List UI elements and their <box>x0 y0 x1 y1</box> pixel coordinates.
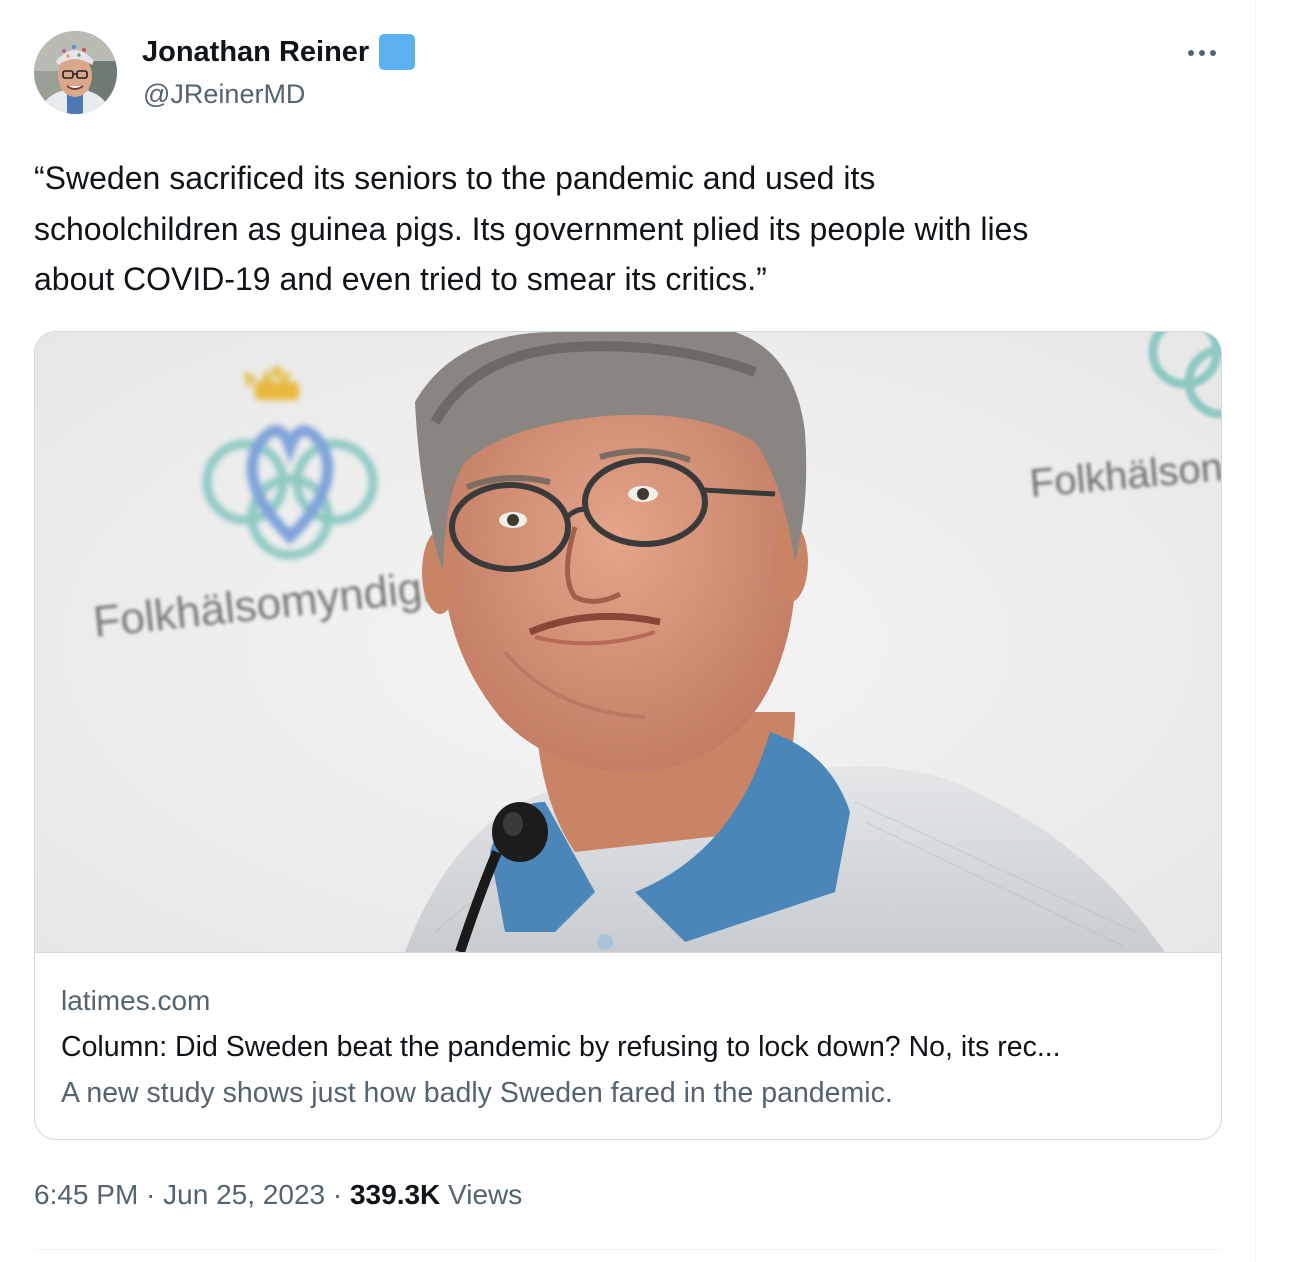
author-avatar[interactable] <box>34 31 117 114</box>
divider <box>34 1249 1222 1250</box>
verified-badge-icon[interactable] <box>379 34 416 70</box>
meta-separator: · <box>138 1179 164 1210</box>
author-handle[interactable]: @JReinerMD <box>143 76 305 112</box>
meta-separator: · <box>325 1179 350 1210</box>
tweet-meta: 6:45 PM · Jun 25, 2023 · 339.3K Views <box>34 1176 522 1214</box>
views-label: Views <box>440 1179 523 1210</box>
card-description[interactable]: A new study shows just how badly Sweden … <box>61 1075 893 1111</box>
author-name[interactable]: Jonathan Reiner <box>142 32 369 72</box>
tweet-time[interactable]: 6:45 PM <box>34 1179 138 1210</box>
column-divider <box>1255 0 1256 1262</box>
more-dots-icon[interactable] <box>1182 36 1222 68</box>
card-image[interactable]: Folkhälsomyndigh Folkhälson <box>35 332 1221 953</box>
views-count[interactable]: 339.3K <box>350 1179 440 1210</box>
tweet-text: “Sweden sacrificed its seniors to the pa… <box>34 160 1029 297</box>
author-name-row: Jonathan Reiner <box>142 32 416 72</box>
tweet-date[interactable]: Jun 25, 2023 <box>163 1179 325 1210</box>
link-card[interactable]: Folkhälsomyndigh Folkhälson latimes.com … <box>34 331 1222 1140</box>
card-domain[interactable]: latimes.com <box>61 983 210 1019</box>
tweet: Jonathan Reiner @JReinerMD “Sweden sacri… <box>34 0 1222 1262</box>
card-title[interactable]: Column: Did Sweden beat the pandemic by … <box>61 1029 1061 1065</box>
